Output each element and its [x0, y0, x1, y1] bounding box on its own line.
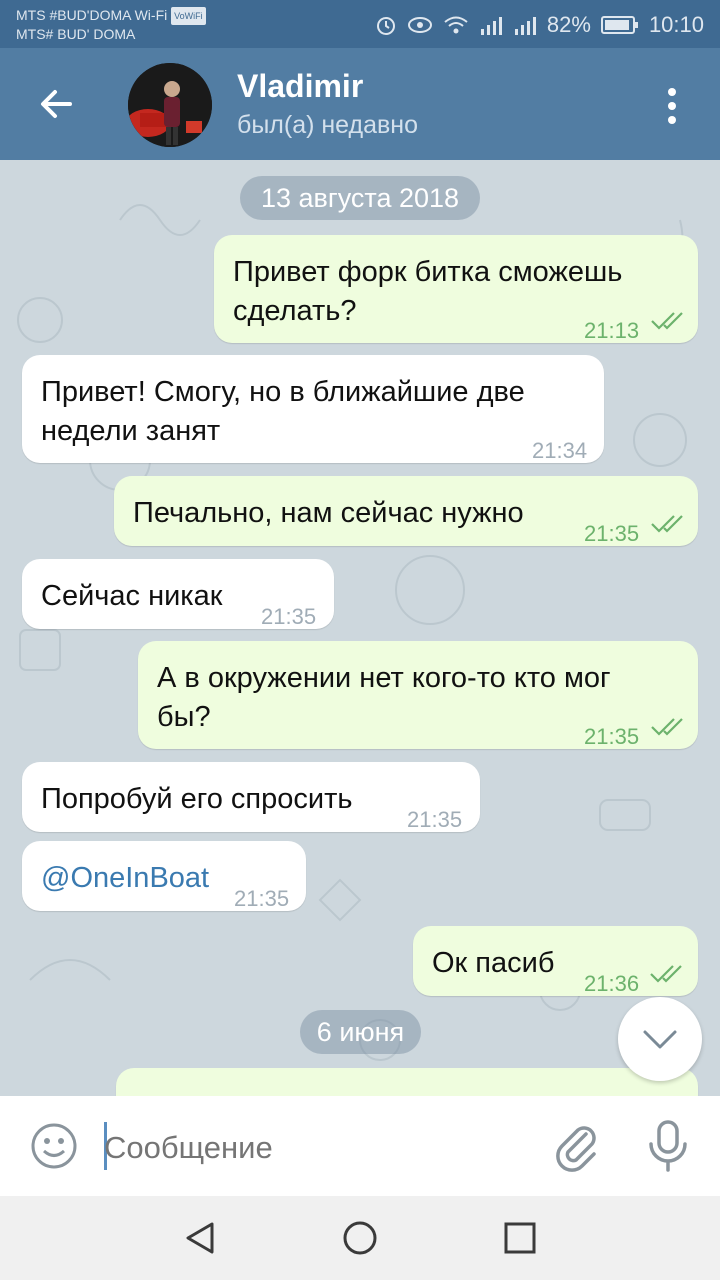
battery-icon [600, 16, 638, 34]
message-time: 21:13 [584, 318, 640, 343]
message-line: Попробуй его спросить [41, 783, 353, 815]
message-text: Сейчас никак [41, 577, 222, 616]
scroll-down-button[interactable] [618, 997, 702, 1081]
message-outgoing[interactable]: Привет форк битка сможешь сделать? 21:13 [214, 235, 698, 343]
status-bar: MTS #BUD'DOMA Wi-Fi VoWiFi MTS# BUD' DOM… [0, 0, 720, 48]
message-time: 21:34 [532, 438, 588, 463]
message-line: Печально, нам сейчас нужно [133, 497, 524, 529]
carrier-info: MTS #BUD'DOMA Wi-Fi VoWiFi MTS# BUD' DOM… [16, 6, 206, 43]
message-outgoing-partial[interactable] [116, 1068, 698, 1096]
message-time: 21:35 [584, 724, 640, 749]
avatar[interactable] [128, 63, 212, 147]
mention-link[interactable]: @OneInBoat [41, 859, 209, 898]
message-time: 21:35 [261, 604, 317, 629]
double-check-icon [650, 965, 682, 983]
arrow-back-icon[interactable] [36, 84, 76, 124]
message-incoming[interactable]: Попробуй его спросить 21:35 [22, 762, 480, 832]
date-separator: 13 августа 2018 [240, 176, 480, 220]
vowifi-badge: VoWiFi [171, 7, 206, 26]
chevron-down-icon [643, 1030, 677, 1049]
message-text: Привет! Смогу, но в ближайшие две недели… [41, 373, 525, 451]
message-line: Привет форк битка сможешь [233, 256, 623, 288]
message-line: Привет! Смогу, но в ближайшие две [41, 376, 525, 408]
battery-percent: 82% [546, 12, 591, 37]
message-line: сделать? [233, 295, 357, 327]
message-text: Ок пасиб [432, 944, 554, 983]
message-text: @OneInBoat [41, 859, 209, 898]
date-separator: 6 июня [300, 1010, 421, 1054]
message-incoming[interactable]: @OneInBoat 21:35 [22, 841, 306, 911]
composer [0, 1096, 720, 1196]
message-text: Печально, нам сейчас нужно [133, 494, 524, 533]
message-outgoing[interactable]: Ок пасиб 21:36 [413, 926, 698, 996]
status-icons: 82% 10:10 [375, 12, 704, 38]
wifi-icon [444, 16, 468, 34]
message-incoming[interactable]: Сейчас никак 21:35 [22, 559, 334, 629]
signal-2-icon [514, 17, 536, 35]
chat-header: Vladimir был(а) недавно [0, 48, 720, 160]
paperclip-icon[interactable] [552, 1120, 600, 1172]
message-time: 21:35 [234, 886, 290, 911]
more-vert-icon[interactable] [660, 86, 684, 126]
message-line: А в окружении нет кого-то кто мог [157, 662, 611, 694]
message-line: Ок пасиб [432, 947, 555, 979]
message-outgoing[interactable]: А в окружении нет кого-то кто мог бы? 21… [138, 641, 698, 749]
alarm-icon [376, 17, 395, 35]
message-line: недели занят [41, 415, 221, 447]
eye-icon [407, 17, 432, 33]
microphone-icon[interactable] [645, 1118, 691, 1174]
message-time: 21:35 [584, 521, 640, 546]
carrier-line-1: MTS #BUD'DOMA Wi-Fi [16, 7, 168, 23]
double-check-icon [651, 515, 683, 533]
clock: 10:10 [648, 12, 704, 37]
message-outgoing[interactable]: Печально, нам сейчас нужно 21:35 [114, 476, 698, 546]
message-text: Попробуй его спросить [41, 780, 352, 819]
last-seen-status: был(а) недавно [237, 111, 419, 139]
system-nav-bar [0, 1196, 720, 1280]
message-input[interactable] [104, 1126, 524, 1170]
message-list[interactable]: 13 августа 2018 Привет форк битка сможеш… [0, 160, 720, 1096]
contact-name[interactable]: Vladimir [237, 68, 363, 105]
double-check-icon [651, 718, 683, 736]
avatar-image [128, 63, 212, 147]
nav-recents-icon[interactable] [500, 1218, 540, 1258]
nav-back-icon[interactable] [180, 1218, 220, 1258]
message-line: бы? [157, 701, 211, 733]
signal-1-icon [480, 17, 502, 35]
message-line: Сейчас никак [41, 580, 223, 612]
message-time: 21:35 [407, 807, 463, 832]
message-text: А в окружении нет кого-то кто мог бы? [157, 659, 611, 737]
nav-home-icon[interactable] [340, 1218, 380, 1258]
carrier-line-2: MTS# BUD' DOMA [16, 26, 136, 43]
smiley-icon[interactable] [30, 1122, 78, 1170]
message-incoming[interactable]: Привет! Смогу, но в ближайшие две недели… [22, 355, 604, 463]
double-check-icon [651, 312, 683, 330]
message-text: Привет форк битка сможешь сделать? [233, 253, 622, 331]
